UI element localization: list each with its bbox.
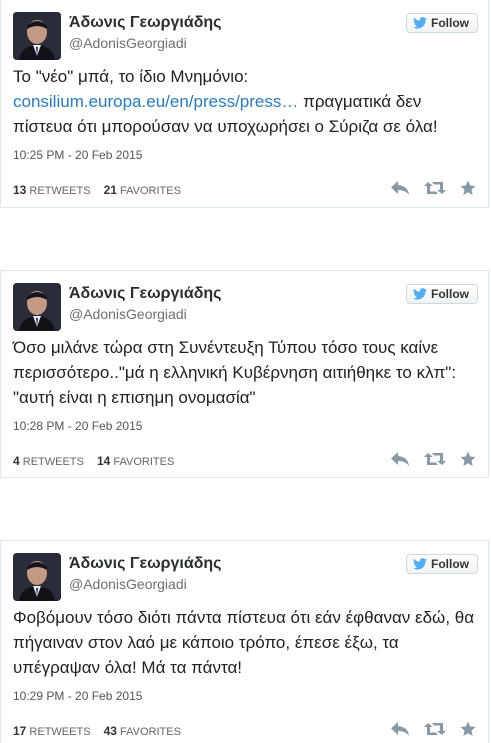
follow-label: Follow [431,16,469,30]
favorite-count[interactable]: 14 [97,454,110,468]
tweet-stats: 17 RETWEETS 43 FAVORITES [13,724,181,738]
twitter-bird-icon [413,288,427,300]
retweet-count[interactable]: 13 [13,183,26,197]
tweet-card: Άδωνις Γεωργιάδης @AdonisGeorgiadi Follo… [0,0,489,208]
follow-label: Follow [431,287,469,301]
display-name[interactable]: Άδωνις Γεωργιάδης [69,14,221,32]
display-name[interactable]: Άδωνις Γεωργιάδης [69,555,221,573]
follow-button[interactable]: Follow [406,284,478,304]
favorites-label[interactable]: FAVORITES [113,456,174,468]
retweets-label[interactable]: RETWEETS [29,726,90,738]
avatar[interactable] [13,553,61,601]
star-icon[interactable] [460,721,476,737]
tweet-stats: 13 RETWEETS 21 FAVORITES [13,183,181,197]
favorites-label[interactable]: FAVORITES [120,726,181,738]
reply-icon[interactable] [390,721,410,737]
avatar[interactable] [13,283,61,331]
tweet-text-part: Το "νέο" μπά, το ίδιο Μνημόνιο: [13,67,249,86]
reply-icon[interactable] [390,451,410,467]
tweet-actions [390,721,476,737]
user-handle[interactable]: @AdonisGeorgiadi [69,306,187,322]
display-name[interactable]: Άδωνις Γεωργιάδης [69,285,221,303]
star-icon[interactable] [460,451,476,467]
retweets-label[interactable]: RETWEETS [23,456,84,468]
tweet-text: Όσο μιλάνε τώρα στη Συνέντευξη Τύπου τόσ… [13,338,457,407]
retweets-label[interactable]: RETWEETS [29,185,90,197]
tweet-text: Φοβόμουν τόσο διότι πάντα πίστευα ότι εά… [13,608,475,677]
tweet-actions [390,180,476,196]
reply-icon[interactable] [390,180,410,196]
retweet-icon[interactable] [424,180,446,196]
favorite-count[interactable]: 43 [104,724,117,738]
tweet-timestamp[interactable]: 10:25 PM - 20 Feb 2015 [13,148,142,162]
favorites-label[interactable]: FAVORITES [120,185,181,197]
favorite-count[interactable]: 21 [104,183,117,197]
avatar[interactable] [13,12,61,60]
tweet-card: Άδωνις Γεωργιάδης @AdonisGeorgiadi Follo… [0,540,489,743]
twitter-bird-icon [413,558,427,570]
follow-button[interactable]: Follow [406,554,478,574]
twitter-bird-icon [413,17,427,29]
follow-label: Follow [431,557,469,571]
tweet-timestamp[interactable]: 10:28 PM - 20 Feb 2015 [13,419,142,433]
tweet-stats: 4 RETWEETS 14 FAVORITES [13,454,174,468]
retweet-icon[interactable] [424,721,446,737]
retweet-count[interactable]: 17 [13,724,26,738]
tweet-actions [390,451,476,467]
tweet-link[interactable]: consilium.europa.eu/en/press/press… [13,92,298,111]
user-handle[interactable]: @AdonisGeorgiadi [69,576,187,592]
user-handle[interactable]: @AdonisGeorgiadi [69,35,187,51]
star-icon[interactable] [460,180,476,196]
retweet-count[interactable]: 4 [13,454,20,468]
follow-button[interactable]: Follow [406,13,478,33]
tweet-text: Το "νέο" μπά, το ίδιο Μνημόνιο: consiliu… [13,64,480,139]
retweet-icon[interactable] [424,451,446,467]
tweet-card: Άδωνις Γεωργιάδης @AdonisGeorgiadi Follo… [0,270,489,478]
tweet-timestamp[interactable]: 10:29 PM - 20 Feb 2015 [13,689,142,703]
